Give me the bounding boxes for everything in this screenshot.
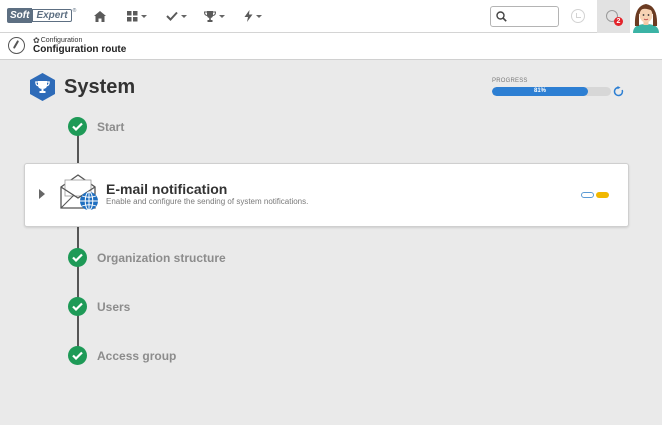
- user-avatar-icon: [630, 0, 662, 33]
- route-step-start[interactable]: Start: [68, 117, 124, 136]
- search-input[interactable]: [511, 9, 555, 24]
- breadcrumb-parent-label: Configuration: [40, 37, 83, 44]
- check-circle-icon: [68, 346, 87, 365]
- nav-dashboard-button[interactable]: [127, 8, 147, 24]
- nav-actions-button[interactable]: [244, 8, 262, 24]
- route-step-access-group[interactable]: Access group: [68, 346, 176, 365]
- status-indicator-filled: [596, 192, 609, 198]
- route-step-label: Start: [97, 119, 125, 134]
- softexpert-logo[interactable]: Soft Expert ®: [7, 8, 76, 23]
- bolt-icon: [244, 10, 253, 22]
- breadcrumb-title: Configuration route: [33, 44, 127, 55]
- chevron-down-icon: [256, 14, 262, 18]
- nav-home-button[interactable]: [94, 8, 106, 24]
- chevron-down-icon: [219, 14, 225, 18]
- notification-count-badge: 2: [614, 17, 623, 26]
- card-description: Enable and configure the sending of syst…: [106, 197, 309, 206]
- grid-icon: [127, 10, 138, 21]
- logo-text-expert: Expert: [32, 9, 72, 22]
- nav-tasks-button[interactable]: [166, 8, 187, 24]
- route-step-label: Access group: [97, 348, 177, 363]
- check-circle-icon: [68, 248, 87, 267]
- nav-achievements-button[interactable]: [204, 8, 225, 24]
- home-icon: [94, 10, 106, 22]
- route-step-organization-structure[interactable]: Organization structure: [68, 248, 226, 267]
- system-trophy-icon: [30, 73, 55, 101]
- check-icon: [166, 11, 178, 21]
- user-avatar[interactable]: [630, 0, 662, 33]
- chevron-down-icon: [181, 14, 187, 18]
- progress-bar: 81%: [492, 87, 611, 96]
- route-step-label: Organization structure: [97, 250, 226, 265]
- search-box[interactable]: [490, 6, 559, 27]
- notifications-button[interactable]: 2: [597, 0, 630, 33]
- logo-registered-mark: ®: [72, 8, 77, 14]
- page-title: System: [64, 76, 136, 98]
- progress-label: PROGRESS: [492, 78, 528, 84]
- check-circle-icon: [68, 297, 87, 316]
- top-bar: Soft Expert ® 2: [0, 0, 662, 33]
- email-globe-icon: [60, 174, 98, 211]
- check-circle-icon: [68, 117, 87, 136]
- refresh-icon[interactable]: [613, 86, 624, 97]
- breadcrumb-bar: ✿ Configuration Configuration route: [0, 33, 662, 60]
- expand-caret-icon[interactable]: [39, 189, 45, 199]
- route-step-users[interactable]: Users: [68, 297, 130, 316]
- search-icon: [496, 11, 507, 22]
- route-step-label: Users: [97, 299, 131, 314]
- route-step-email-notification-card[interactable]: E-mail notification Enable and configure…: [24, 163, 629, 227]
- chevron-down-icon: [141, 14, 147, 18]
- status-indicator-outline: [581, 192, 594, 198]
- progress-value: 81%: [533, 88, 546, 94]
- card-title: E-mail notification: [106, 181, 228, 197]
- logo-text-soft: Soft: [7, 8, 33, 23]
- disabled-action-button[interactable]: [571, 9, 585, 23]
- compass-icon[interactable]: [8, 37, 25, 54]
- trophy-icon: [204, 10, 216, 22]
